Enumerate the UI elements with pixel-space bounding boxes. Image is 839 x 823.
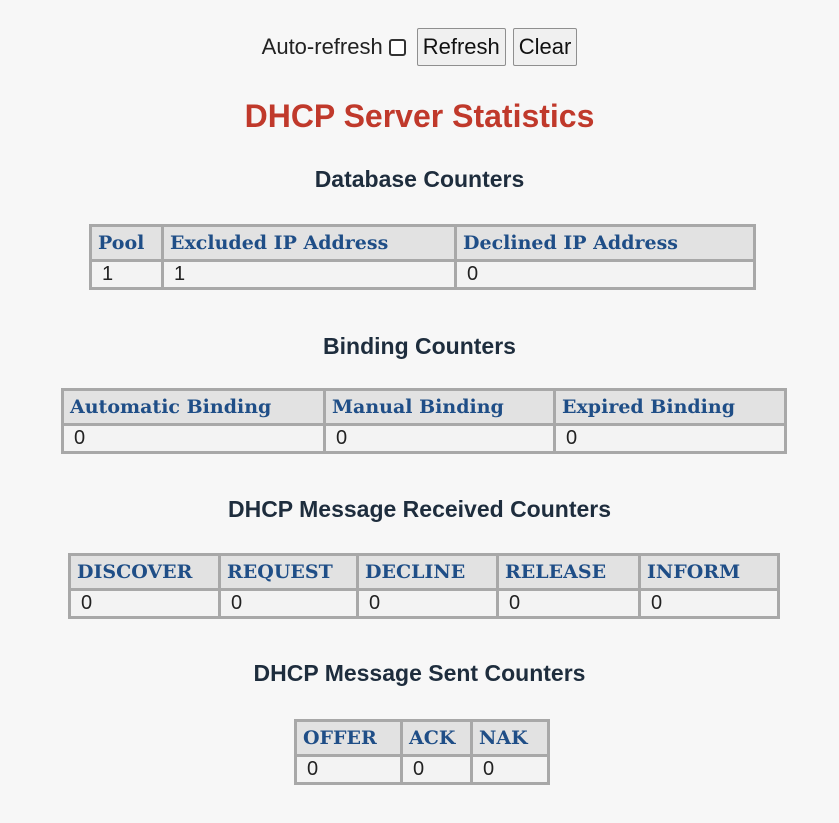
column-header: INFORM — [638, 553, 780, 591]
table-cell: 0 — [496, 588, 641, 619]
column-header: Manual Binding — [323, 388, 556, 426]
column-header: RELEASE — [496, 553, 641, 591]
column-header: DECLINE — [356, 553, 499, 591]
column-header: Pool — [89, 224, 164, 262]
column-header: Automatic Binding — [61, 388, 326, 426]
table-cell: 0 — [470, 754, 550, 785]
table-cell: 0 — [400, 754, 473, 785]
auto-refresh-label: Auto-refresh — [261, 34, 383, 59]
database-counters-heading: Database Counters — [314, 166, 525, 192]
table-header-row: DISCOVER REQUEST DECLINE RELEASE INFORM — [68, 553, 780, 591]
table-row: 0 0 0 0 0 — [68, 588, 780, 619]
column-header: Declined IP Address — [454, 224, 756, 262]
binding-counters-heading: Binding Counters — [323, 333, 516, 359]
refresh-controls: Auto-refresh Refresh Clear — [0, 28, 839, 66]
table-cell: 0 — [68, 588, 221, 619]
column-header: Excluded IP Address — [161, 224, 457, 262]
binding-counters-table: Automatic Binding Manual Binding Expired… — [61, 388, 787, 454]
table-cell: 0 — [218, 588, 359, 619]
refresh-button[interactable]: Refresh — [416, 28, 506, 66]
sent-counters-heading: DHCP Message Sent Counters — [253, 660, 586, 686]
table-row: 0 0 0 — [61, 423, 787, 454]
column-header: NAK — [470, 719, 550, 757]
table-cell: 1 — [161, 259, 457, 290]
column-header: REQUEST — [218, 553, 359, 591]
received-counters-table: DISCOVER REQUEST DECLINE RELEASE INFORM … — [68, 553, 780, 619]
database-counters-table: Pool Excluded IP Address Declined IP Add… — [89, 224, 756, 290]
column-header: ACK — [400, 719, 473, 757]
column-header: Expired Binding — [553, 388, 787, 426]
table-cell: 0 — [323, 423, 556, 454]
table-header-row: Pool Excluded IP Address Declined IP Add… — [89, 224, 756, 262]
table-cell: 1 — [89, 259, 164, 290]
table-cell: 0 — [638, 588, 780, 619]
table-row: 1 1 0 — [89, 259, 756, 290]
table-cell: 0 — [294, 754, 403, 785]
table-header-row: OFFER ACK NAK — [294, 719, 550, 757]
table-cell: 0 — [553, 423, 787, 454]
table-cell: 0 — [454, 259, 756, 290]
received-counters-heading: DHCP Message Received Counters — [227, 496, 612, 522]
clear-button[interactable]: Clear — [512, 28, 578, 66]
table-header-row: Automatic Binding Manual Binding Expired… — [61, 388, 787, 426]
page-title: DHCP Server Statistics — [244, 98, 595, 134]
table-cell: 0 — [356, 588, 499, 619]
column-header: DISCOVER — [68, 553, 221, 591]
column-header: OFFER — [294, 719, 403, 757]
page: Auto-refresh Refresh Clear DHCP Server S… — [0, 0, 839, 823]
table-row: 0 0 0 — [294, 754, 550, 785]
table-cell: 0 — [61, 423, 326, 454]
sent-counters-table: OFFER ACK NAK 0 0 0 — [294, 719, 550, 785]
auto-refresh-checkbox[interactable] — [388, 38, 406, 56]
